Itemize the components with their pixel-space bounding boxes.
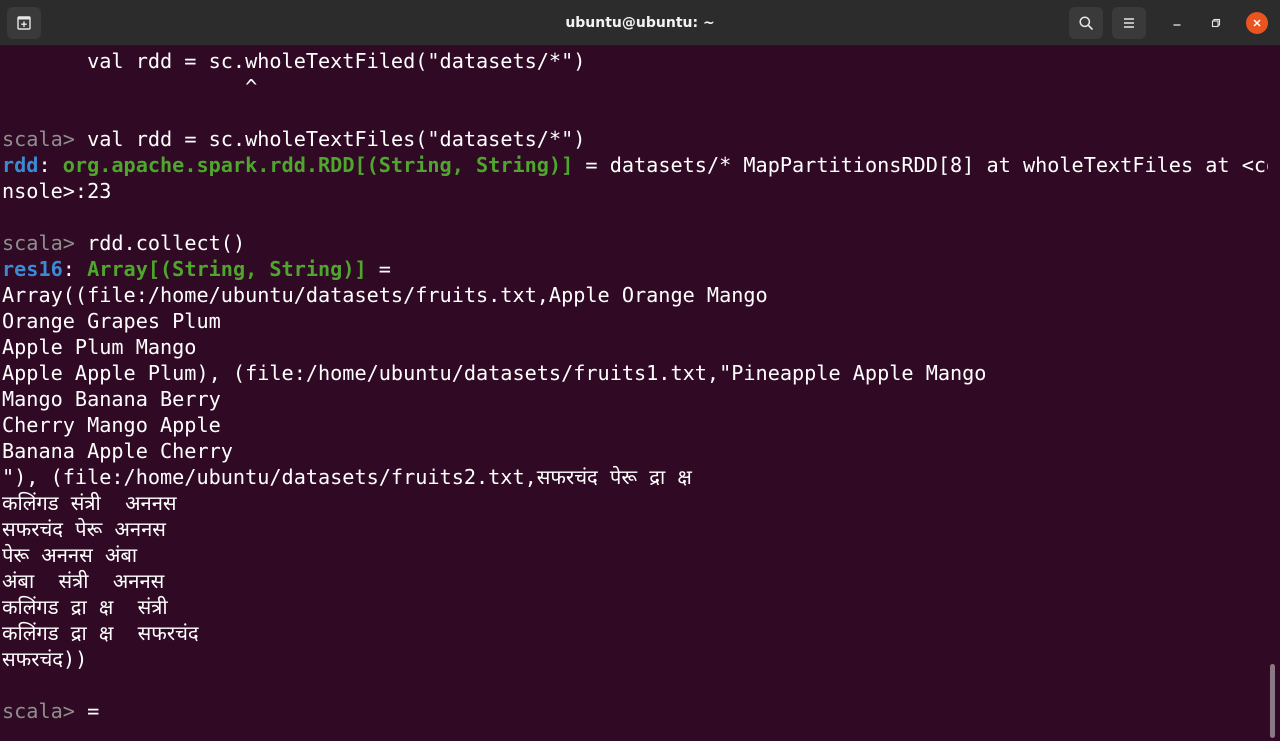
error-caret-line: ^ [2,75,258,99]
terminal-window: ubuntu@ubuntu: ~ val rdd = sc.wholeTextF… [0,0,1280,741]
result-type: Array[(String, String)] [87,257,367,281]
command-text: rdd.collect() [74,231,246,255]
result-colon: : [62,257,88,281]
title-bar[interactable]: ubuntu@ubuntu: ~ [0,0,1280,46]
command-text: val rdd = sc.wholeTextFiles("datasets/*"… [74,127,586,151]
active-command-line[interactable]: scala> = [2,698,99,724]
output-line: सफरचंद)) [2,647,88,671]
menu-button[interactable] [1112,7,1146,39]
maximize-icon [1211,18,1221,28]
hamburger-menu-icon [1124,18,1134,28]
output-line: कलिंगड द्रा क्ष संत्री [2,595,168,619]
output-line: Cherry Mango Apple [2,413,221,437]
output-line: कलिंगड द्रा क्ष सफरचंद [2,621,199,645]
terminal-output[interactable]: val rdd = sc.wholeTextFiled("datasets/*"… [0,46,1268,741]
error-source-line: val rdd = sc.wholeTextFiled("datasets/*"… [2,49,586,73]
result-name: rdd [2,153,39,177]
scala-prompt: scala> [2,699,75,723]
new-tab-icon [17,16,31,30]
minimize-icon [1173,24,1181,26]
command-text: = [74,699,100,723]
scrollbar-thumb[interactable] [1270,664,1275,738]
close-button[interactable] [1246,12,1268,34]
new-tab-button[interactable] [7,7,41,39]
maximize-button[interactable] [1205,12,1227,34]
output-line: Orange Grapes Plum [2,309,221,333]
scala-prompt: scala> [2,127,75,151]
output-line: कलिंगड संत्री अननस [2,491,177,515]
result-value: = [366,257,391,281]
output-line: res16: Array[(String, String)] = [2,256,391,282]
output-line-wrap: nsole>:23 [2,179,112,203]
output-line: Banana Apple Cherry [2,439,233,463]
result-name: res16 [2,257,63,281]
result-value: = datasets/* MapPartitionsRDD[8] at whol… [573,153,1268,177]
output-line: Array((file:/home/ubuntu/datasets/fruits… [2,283,768,307]
search-button[interactable] [1069,7,1103,39]
close-icon [1253,19,1261,27]
scala-prompt: scala> [2,231,75,255]
output-line: Apple Plum Mango [2,335,197,359]
command-line: scala> val rdd = sc.wholeTextFiles("data… [2,126,585,152]
output-line: Apple Apple Plum), (file:/home/ubuntu/da… [2,361,987,385]
search-icon [1079,16,1093,30]
result-type: org.apache.spark.rdd.RDD[(String, String… [62,153,574,177]
output-line: अंबा संत्री अननस [2,569,165,593]
output-line: rdd: org.apache.spark.rdd.RDD[(String, S… [2,152,1268,178]
output-line: Mango Banana Berry [2,387,221,411]
output-line: "), (file:/home/ubuntu/datasets/fruits2.… [2,465,692,489]
output-line: पेरू अननस अंबा [2,543,138,567]
output-line: सफरचंद पेरू अननस [2,517,166,541]
result-colon: : [38,153,63,177]
command-line: scala> rdd.collect() [2,230,245,256]
minimize-button[interactable] [1166,12,1188,34]
